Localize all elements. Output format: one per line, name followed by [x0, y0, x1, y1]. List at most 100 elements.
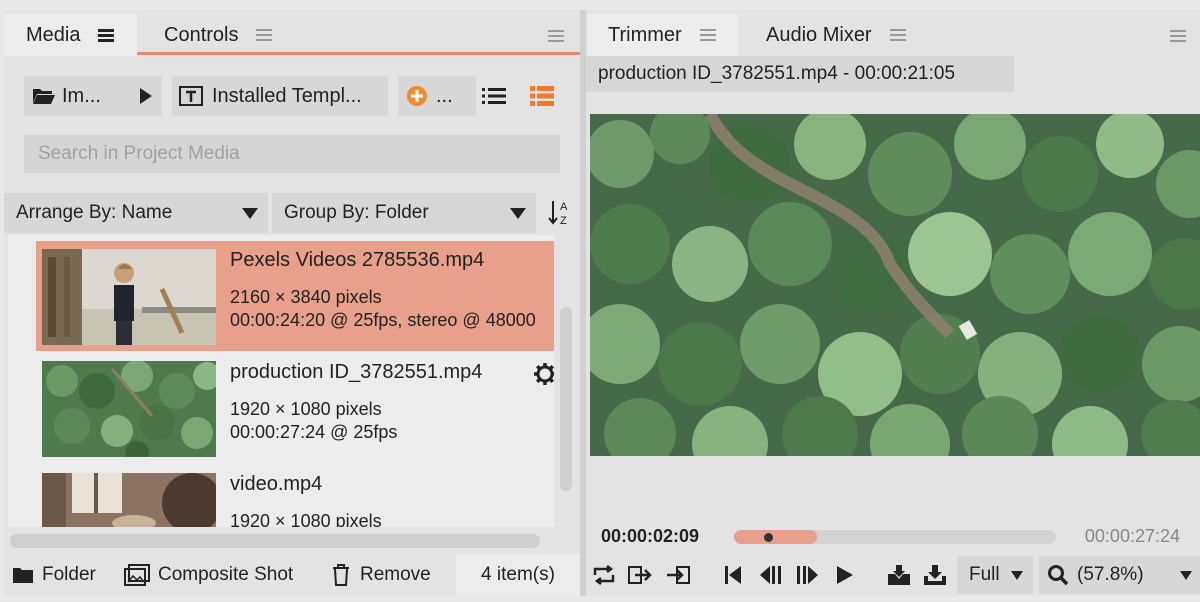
chevron-down-icon — [510, 208, 526, 219]
enter-icon — [667, 566, 690, 584]
menu-icon[interactable] — [98, 28, 115, 42]
installed-templates-button[interactable]: Installed Templ... — [172, 76, 388, 116]
item-dimensions: 1920 × 1080 pixels — [230, 399, 382, 419]
add-button[interactable]: ... — [398, 76, 476, 116]
item-dimensions: 1920 × 1080 pixels — [230, 511, 382, 527]
transport-bar: Full (57.8%) — [586, 554, 1200, 596]
chevron-down-icon — [1011, 571, 1023, 580]
svg-text:A: A — [560, 201, 568, 213]
item-count: 4 item(s) — [456, 554, 580, 596]
go-to-out-button[interactable] — [627, 563, 653, 587]
group-by-label: Group By: Folder — [284, 202, 429, 223]
quality-select[interactable]: Full — [957, 556, 1033, 594]
trimmer-tabbar: Trimmer Audio Mixer — [586, 10, 1200, 56]
composite-label: Composite Shot — [158, 564, 294, 585]
panel-menu-icon[interactable] — [548, 29, 564, 43]
active-tab-underline — [4, 52, 137, 55]
play-arrow-icon[interactable] — [140, 88, 152, 104]
insert-button[interactable] — [886, 563, 912, 587]
loop-icon — [593, 565, 615, 585]
step-back-button[interactable] — [758, 563, 784, 587]
tab-audio-mixer-label: Audio Mixer — [766, 23, 872, 46]
arrange-by-label: Arrange By: Name — [16, 202, 173, 223]
scrub-track[interactable] — [734, 530, 1056, 544]
tab-controls-label: Controls — [164, 23, 239, 46]
preview-frame — [590, 114, 1200, 456]
scrollbar-thumb[interactable] — [560, 307, 572, 491]
quality-value: Full — [969, 564, 1000, 585]
panel-menu-icon[interactable] — [1170, 29, 1186, 43]
tab-media[interactable]: Media — [4, 14, 137, 56]
menu-icon[interactable] — [889, 28, 906, 42]
play-button[interactable] — [832, 563, 858, 587]
gear-icon[interactable] — [533, 362, 554, 386]
add-circle-icon — [407, 86, 427, 106]
remove-button[interactable]: Remove — [332, 554, 431, 596]
item-name: production ID_3782551.mp4 — [230, 361, 483, 383]
group-by-dropdown[interactable]: Group By: Folder — [272, 193, 536, 233]
tab-audio-mixer[interactable]: Audio Mixer — [766, 14, 906, 56]
tab-media-label: Media — [26, 23, 81, 46]
folder-icon — [13, 568, 33, 583]
tab-trimmer[interactable]: Trimmer — [588, 14, 738, 56]
menu-icon[interactable] — [699, 28, 716, 42]
exit-icon — [628, 566, 652, 584]
step-back-icon — [760, 566, 781, 584]
media-tabbar: Media Controls — [4, 10, 580, 56]
trimmer-panel: Trimmer Audio Mixer production ID_378255… — [586, 10, 1200, 596]
search-input[interactable] — [24, 135, 560, 173]
thumbnail — [42, 361, 216, 457]
arrange-by-dropdown[interactable]: Arrange By: Name — [4, 193, 268, 233]
folder-label: Folder — [42, 564, 96, 585]
tab-trimmer-label: Trimmer — [608, 23, 682, 46]
import-button[interactable]: Im... — [24, 76, 162, 116]
horizontal-scrollbar[interactable] — [10, 534, 540, 548]
clip-title: production ID_3782551.mp4 - 00:00:21:05 — [598, 63, 956, 84]
list-item[interactable]: production ID_3782551.mp4 1920 × 1080 pi… — [36, 353, 554, 463]
list-item[interactable]: Pexels Videos 2785536.mp4 2160 × 3840 pi… — [36, 241, 554, 351]
list-view-icon[interactable] — [482, 87, 506, 105]
item-name: video.mp4 — [230, 473, 323, 495]
folder-button[interactable]: Folder — [12, 554, 96, 596]
folder-open-icon — [33, 89, 55, 104]
import-label: Im... — [62, 84, 101, 107]
overwrite-button[interactable] — [922, 563, 948, 587]
scrub-progress — [734, 530, 817, 544]
clip-title-bar: production ID_3782551.mp4 - 00:00:21:05 — [586, 56, 1014, 92]
sort-az-icon[interactable]: A Z — [548, 198, 572, 228]
detail-view-icon[interactable] — [530, 86, 554, 106]
accent-line — [137, 52, 580, 55]
step-forward-button[interactable] — [794, 563, 820, 587]
template-icon — [179, 86, 203, 106]
trash-icon — [333, 564, 349, 586]
tab-controls[interactable]: Controls — [164, 14, 273, 56]
thumbnail — [42, 249, 216, 345]
step-forward-icon — [797, 566, 818, 584]
magnifier-icon — [1048, 565, 1069, 586]
add-label: ... — [436, 84, 453, 107]
go-to-in-button[interactable] — [665, 563, 691, 587]
remove-label: Remove — [360, 564, 431, 585]
zoom-select[interactable]: (57.8%) — [1039, 556, 1200, 594]
item-name: Pexels Videos 2785536.mp4 — [230, 249, 485, 271]
skip-start-button[interactable] — [720, 563, 746, 587]
current-timecode: 00:00:02:09 — [601, 526, 700, 546]
thumbnail — [42, 473, 216, 527]
composite-shot-button[interactable]: Composite Shot — [124, 554, 293, 596]
chevron-down-icon — [242, 208, 258, 219]
video-preview[interactable] — [590, 114, 1200, 456]
menu-icon[interactable] — [256, 28, 273, 42]
zoom-value: (57.8%) — [1077, 564, 1144, 585]
item-dimensions: 2160 × 3840 pixels — [230, 287, 382, 307]
media-panel: Media Controls Im... Installed Templ... … — [4, 10, 580, 596]
vertical-scrollbar[interactable] — [556, 235, 576, 527]
overwrite-icon — [924, 565, 946, 585]
playhead[interactable] — [764, 533, 773, 542]
item-meta: 00:00:27:24 @ 25fps — [230, 422, 398, 442]
skip-back-icon — [725, 566, 741, 584]
list-item[interactable]: video.mp4 1920 × 1080 pixels — [36, 465, 554, 527]
app-window: Media Controls Im... Installed Templ... … — [0, 0, 1200, 602]
media-bottom-bar: Folder Composite Shot Remove 4 item(s) — [4, 554, 580, 596]
media-list[interactable]: Pexels Videos 2785536.mp4 2160 × 3840 pi… — [8, 235, 554, 527]
loop-button[interactable] — [591, 563, 617, 587]
